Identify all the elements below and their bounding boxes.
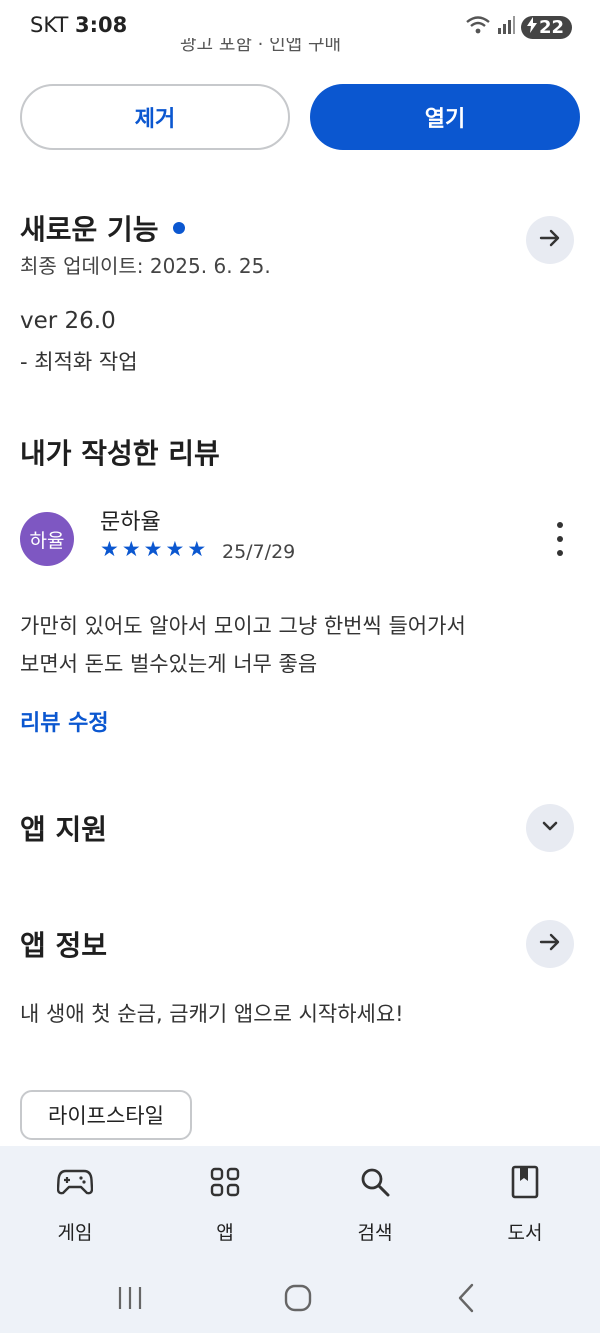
app-support-expand-button[interactable] <box>526 804 574 852</box>
wifi-icon <box>465 14 491 40</box>
edit-review-link[interactable]: 리뷰 수정 <box>20 705 109 737</box>
star-icon: ★ <box>187 537 207 561</box>
signal-icon <box>497 15 515 39</box>
back-icon[interactable] <box>446 1278 486 1318</box>
app-info-arrow-button[interactable] <box>526 920 574 968</box>
last-updated: 최종 업데이트: 2025. 6. 25. <box>20 254 271 278</box>
star-icon: ★ <box>100 537 119 561</box>
recent-apps-icon[interactable] <box>110 1278 150 1318</box>
nav-label-apps: 앱 <box>216 1222 234 1244</box>
carrier-label: SKT <box>30 13 69 37</box>
arrow-right-icon <box>538 930 562 958</box>
app-info-title: 앱 정보 <box>20 929 108 962</box>
version-text: ver 26.0 <box>20 308 116 334</box>
my-review-title: 내가 작성한 리뷰 <box>20 437 220 470</box>
app-description: 내 생애 첫 순금, 금캐기 앱으로 시작하세요! <box>20 1002 404 1026</box>
nav-item-games[interactable]: 게임 <box>0 1162 150 1245</box>
battery-level: 22 <box>538 16 564 38</box>
star-icon: ★ <box>143 537 163 561</box>
nav-label-books: 도서 <box>507 1222 543 1244</box>
review-date: 25/7/29 <box>222 541 296 563</box>
system-navigation-bar <box>0 1278 600 1318</box>
nav-item-apps[interactable]: 앱 <box>150 1162 300 1245</box>
review-text-line2: 보면서 돈도 벌수있는게 너무 좋음 <box>20 652 318 676</box>
whats-new-title: 새로운 기능 <box>20 213 159 246</box>
nav-label-games: 게임 <box>57 1222 93 1244</box>
remove-button[interactable]: 제거 <box>20 84 290 150</box>
arrow-right-icon <box>538 226 562 254</box>
star-icon: ★ <box>165 537 185 561</box>
category-chip[interactable]: 라이프스타일 <box>20 1090 192 1140</box>
update-note: - 최적화 작업 <box>20 350 138 374</box>
avatar: 하율 <box>20 512 74 566</box>
nav-item-books[interactable]: 도서 <box>450 1162 600 1245</box>
chevron-down-icon <box>539 815 561 841</box>
whats-new-arrow-button[interactable] <box>526 216 574 264</box>
more-options-icon[interactable] <box>548 522 572 556</box>
nav-item-search[interactable]: 검색 <box>300 1162 450 1245</box>
apps-grid-icon <box>210 1162 240 1202</box>
battery-indicator: 22 <box>520 15 572 39</box>
app-meta-cut: 광고 포함 · 인앱 구매 <box>180 38 342 52</box>
home-icon[interactable] <box>278 1278 318 1318</box>
nav-label-search: 검색 <box>357 1222 393 1244</box>
star-rating: ★ ★ ★ ★ ★ <box>100 538 206 560</box>
system-icons: 22 <box>465 14 572 40</box>
review-text-line1: 가만히 있어도 알아서 모이고 그냥 한번씩 들어가서 <box>20 614 466 638</box>
gamepad-icon <box>57 1162 93 1202</box>
reviewer-name: 문하율 <box>100 510 161 535</box>
charging-icon <box>526 16 537 38</box>
clock: 3:08 <box>75 13 128 37</box>
open-button[interactable]: 열기 <box>310 84 580 150</box>
book-icon <box>511 1162 539 1202</box>
bottom-navigation: 게임 앱 검색 도서 <box>0 1146 600 1333</box>
search-icon <box>359 1162 391 1202</box>
status-carrier-time: SKT 3:08 <box>30 13 127 37</box>
new-indicator-dot <box>172 222 185 234</box>
app-support-title[interactable]: 앱 지원 <box>20 808 107 848</box>
whats-new-heading: 새로운 기능 <box>20 208 185 248</box>
star-icon: ★ <box>121 537 141 561</box>
